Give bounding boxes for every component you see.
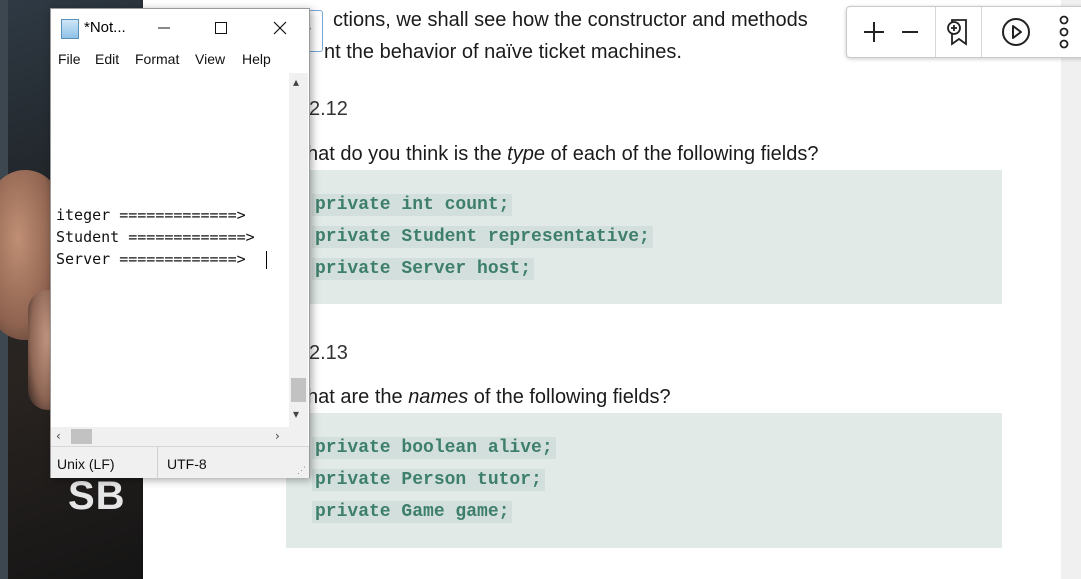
encoding-status: UTF-8 <box>167 456 207 472</box>
menu-format[interactable]: Format <box>135 51 179 67</box>
horizontal-scrollbar[interactable]: ‹ › <box>51 427 289 446</box>
play-icon <box>1002 18 1030 46</box>
code-line: private Person tutor; <box>312 469 545 491</box>
close-icon <box>273 21 287 35</box>
menu-edit[interactable]: Edit <box>95 51 119 67</box>
intro-line-2: nt the behavior of naïve ticket machines… <box>324 41 682 63</box>
status-divider <box>157 447 158 478</box>
menu-view[interactable]: View <box>195 51 225 67</box>
add-bookmark-button[interactable] <box>937 7 979 57</box>
resize-grip-icon[interactable]: ⋰ <box>297 465 306 476</box>
scroll-thumb[interactable] <box>71 429 92 444</box>
window-title: *Not... <box>84 19 126 36</box>
exercise-question: hat do you think is the type of each of … <box>307 143 819 165</box>
zoom-in-button[interactable] <box>853 7 895 57</box>
code-block: private boolean alive; private Person tu… <box>286 413 1002 548</box>
close-button[interactable] <box>251 9 309 47</box>
exercise-number: 2.13 <box>309 342 348 364</box>
intro-line-1: ctions, we shall see how the constructor… <box>333 9 808 31</box>
notepad-window: *Not... File Edit Format View Help itege… <box>50 8 310 478</box>
scroll-right-icon[interactable]: › <box>275 429 280 443</box>
menu-help[interactable]: Help <box>242 51 271 67</box>
scroll-left-icon[interactable]: ‹ <box>56 429 61 443</box>
plus-icon <box>864 22 884 42</box>
text-caret <box>266 251 267 269</box>
minimize-button[interactable] <box>135 9 193 47</box>
more-options-button[interactable] <box>1049 7 1079 57</box>
minimize-icon <box>158 27 170 29</box>
maximize-icon <box>215 22 227 34</box>
code-line: private int count; <box>312 194 513 216</box>
zoom-out-button[interactable] <box>895 7 925 57</box>
menu-bar: File Edit Format View Help <box>51 47 309 73</box>
scroll-up-icon[interactable]: ▴ <box>293 75 299 89</box>
text-line: Server =============> <box>56 250 246 268</box>
maximize-button[interactable] <box>192 9 250 47</box>
scroll-down-icon[interactable]: ▾ <box>293 407 299 421</box>
bookmark-add-icon <box>947 19 967 46</box>
title-bar[interactable]: *Not... <box>51 9 309 47</box>
more-vertical-icon <box>1059 15 1069 49</box>
code-block: private int count; private Student repre… <box>286 170 1002 304</box>
scroll-corner <box>289 427 308 446</box>
exercise-number: 2.12 <box>309 98 348 120</box>
photo-logo-text: SB <box>68 474 126 518</box>
menu-file[interactable]: File <box>58 51 81 67</box>
status-bar: Unix (LF) UTF-8 ⋰ <box>51 446 309 478</box>
text-line: Student =============> <box>56 228 255 246</box>
code-line: private Student representative; <box>312 226 653 248</box>
document-toolbar <box>846 6 1081 58</box>
read-aloud-button[interactable] <box>993 7 1039 57</box>
text-line: iteger =============> <box>56 206 246 224</box>
code-line: private Server host; <box>312 258 535 280</box>
document-scrollbar[interactable] <box>1061 0 1081 579</box>
exercise-question: hat are the names of the following field… <box>307 386 671 408</box>
vertical-scrollbar[interactable]: ▴ ▾ <box>289 73 308 427</box>
notepad-icon <box>61 19 79 39</box>
code-line: private boolean alive; <box>312 437 556 459</box>
line-ending-status: Unix (LF) <box>57 456 115 472</box>
minus-icon <box>902 31 918 33</box>
text-editor[interactable]: iteger =============> Student ==========… <box>51 73 289 427</box>
code-line: private Game game; <box>312 501 513 523</box>
scroll-thumb[interactable] <box>291 378 306 402</box>
